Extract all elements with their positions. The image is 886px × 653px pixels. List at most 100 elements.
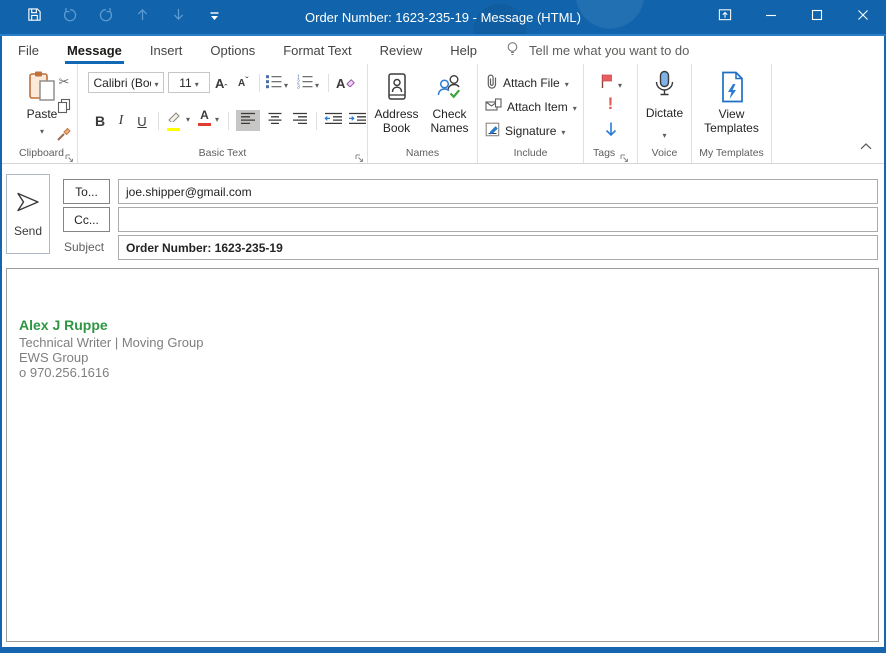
font-name-value: Calibri (Body: [93, 76, 151, 90]
send-button[interactable]: Send: [6, 174, 50, 254]
tags-group-label: Tags: [584, 147, 637, 159]
highlight-color-bar: [167, 128, 180, 131]
grow-font-icon: [224, 74, 227, 92]
cut-button[interactable]: [59, 73, 70, 91]
tab-file[interactable]: File: [4, 36, 53, 64]
address-book-button[interactable]: Address Book: [370, 69, 423, 149]
font-size-dropdown-icon: [195, 76, 199, 90]
highlighter-icon: [166, 109, 181, 127]
highlight-button[interactable]: [166, 109, 181, 131]
message-body[interactable]: Alex J Ruppe Technical Writer | Moving G…: [6, 268, 879, 642]
undo-button[interactable]: [52, 2, 88, 32]
group-my-templates: View Templates My Templates: [692, 64, 772, 163]
bold-button[interactable]: B: [92, 110, 108, 132]
save-button[interactable]: [16, 2, 52, 32]
tab-insert[interactable]: Insert: [136, 36, 197, 64]
subject-field-value: Order Number: 1623-235-19: [126, 241, 283, 255]
flag-dropdown-icon: [618, 75, 622, 93]
underline-button[interactable]: U: [134, 110, 150, 132]
customize-quick-access-button[interactable]: [196, 2, 232, 32]
address-book-label: Address Book: [370, 107, 423, 135]
group-clipboard: Paste Clipboard: [6, 64, 78, 163]
attach-item-button[interactable]: Attach Item: [485, 97, 577, 117]
attach-file-dropdown-icon: [565, 76, 569, 90]
tell-me-search[interactable]: Tell me what you want to do: [505, 41, 689, 60]
bullets-button[interactable]: [265, 74, 288, 94]
grow-font-button[interactable]: A: [215, 72, 228, 94]
separator: [328, 74, 329, 92]
signature-phone: o 970.256.1616: [19, 365, 878, 380]
clipboard-dialog-launcher[interactable]: [65, 150, 74, 159]
basic-text-dialog-launcher[interactable]: [355, 150, 364, 159]
attach-file-button[interactable]: Attach File: [485, 73, 569, 93]
group-names: Address Book Check Names Names: [368, 64, 478, 163]
clipboard-small-buttons: [52, 73, 76, 147]
redo-button[interactable]: [88, 2, 124, 32]
align-right-button[interactable]: [288, 110, 312, 131]
close-button[interactable]: [840, 0, 886, 34]
high-importance-button[interactable]: !: [584, 94, 637, 114]
signature-icon: [485, 122, 500, 140]
align-right-icon: [292, 112, 309, 130]
align-left-button[interactable]: [236, 110, 260, 131]
highlight-dropdown-icon[interactable]: [186, 116, 190, 124]
attach-file-label: Attach File: [503, 76, 560, 90]
cc-button[interactable]: Cc...: [63, 207, 110, 232]
clear-formatting-button[interactable]: A: [336, 72, 356, 94]
to-button[interactable]: To...: [63, 179, 110, 204]
view-templates-button[interactable]: View Templates: [705, 69, 758, 149]
tags-dialog-launcher[interactable]: [620, 150, 629, 159]
cc-field[interactable]: [118, 207, 878, 232]
maximize-button[interactable]: [794, 0, 840, 34]
low-importance-arrow-icon: [603, 121, 619, 143]
font-color-button[interactable]: A: [198, 108, 211, 126]
tab-format-text[interactable]: Format Text: [269, 36, 365, 64]
ribbon-display-options-button[interactable]: [702, 0, 748, 34]
align-center-icon: [267, 112, 284, 130]
redo-icon: [98, 7, 114, 28]
tell-me-label: Tell me what you want to do: [529, 43, 689, 58]
signature-label: Signature: [505, 124, 556, 138]
tab-help[interactable]: Help: [436, 36, 491, 64]
follow-up-flag-button[interactable]: [584, 73, 637, 94]
tab-message[interactable]: Message: [53, 36, 136, 64]
format-painter-button[interactable]: [56, 126, 72, 147]
separator: [316, 112, 317, 130]
dictate-dropdown[interactable]: [638, 125, 691, 143]
tab-options[interactable]: Options: [196, 36, 269, 64]
minimize-button[interactable]: [748, 0, 794, 34]
window-border-bottom: [0, 647, 886, 653]
include-group-label: Include: [478, 147, 583, 159]
copy-button[interactable]: [56, 98, 72, 119]
subject-label: Subject: [64, 240, 104, 254]
subject-field[interactable]: Order Number: 1623-235-19: [118, 235, 878, 260]
to-field[interactable]: joe.shipper@gmail.com: [118, 179, 878, 204]
separator: [158, 112, 159, 130]
titlebar: Order Number: 1623-235-19 - Message (HTM…: [0, 0, 886, 34]
italic-button[interactable]: I: [115, 110, 127, 132]
svg-text:3: 3: [297, 85, 300, 89]
ribbon-tab-bar: File Message Insert Options Format Text …: [0, 36, 886, 64]
low-importance-button[interactable]: [584, 121, 637, 143]
shrink-font-button[interactable]: A: [238, 72, 249, 94]
tab-review[interactable]: Review: [366, 36, 437, 64]
signature-company: EWS Group: [19, 350, 878, 365]
check-names-button[interactable]: Check Names: [423, 69, 476, 149]
collapse-ribbon-button[interactable]: [860, 137, 872, 155]
dictate-button[interactable]: [638, 70, 691, 105]
increase-indent-button[interactable]: [346, 110, 370, 131]
font-name-select[interactable]: Calibri (Body: [88, 72, 164, 93]
decrease-indent-button[interactable]: [322, 110, 346, 131]
view-templates-icon: [719, 69, 745, 105]
signature-button[interactable]: Signature: [485, 121, 565, 141]
numbering-button[interactable]: 123: [296, 74, 319, 94]
align-center-button[interactable]: [263, 110, 287, 131]
separator: [228, 112, 229, 130]
move-up-button[interactable]: [124, 2, 160, 32]
font-size-select[interactable]: 11: [168, 72, 210, 93]
font-color-dropdown-icon[interactable]: [215, 116, 219, 124]
window-controls: [702, 0, 886, 34]
ribbon: Paste Clipboard Calibri (Body 11 A A: [0, 64, 886, 164]
move-down-button[interactable]: [160, 2, 196, 32]
maximize-icon: [811, 8, 823, 26]
